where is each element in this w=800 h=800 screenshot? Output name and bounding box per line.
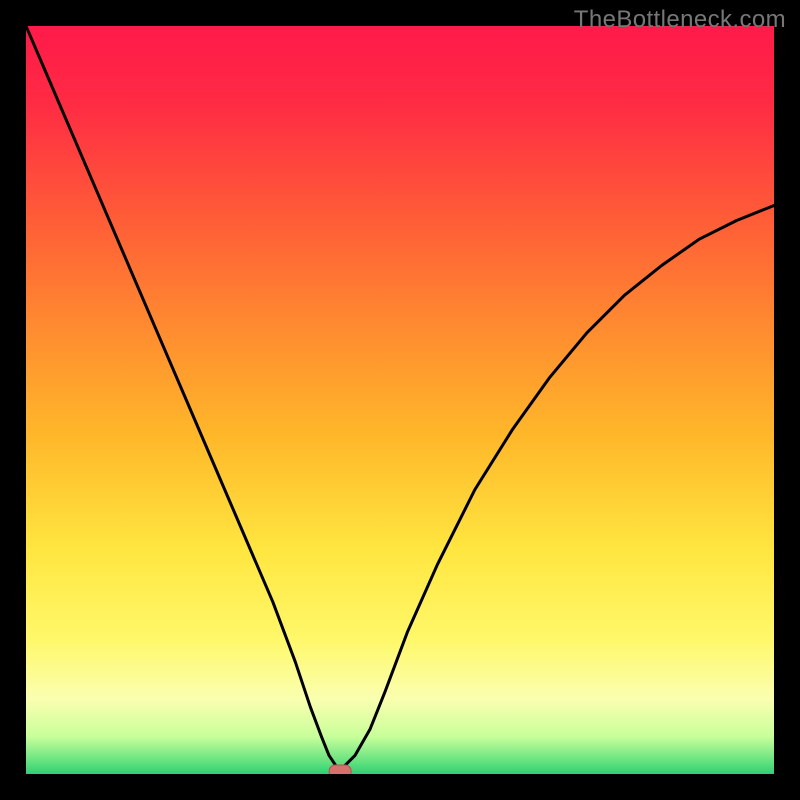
chart-frame: TheBottleneck.com bbox=[0, 0, 800, 800]
watermark-label: TheBottleneck.com bbox=[574, 6, 786, 34]
background-gradient bbox=[26, 26, 774, 774]
plot-area bbox=[26, 26, 774, 774]
optimal-point-marker bbox=[329, 765, 351, 774]
plot-svg bbox=[26, 26, 774, 774]
